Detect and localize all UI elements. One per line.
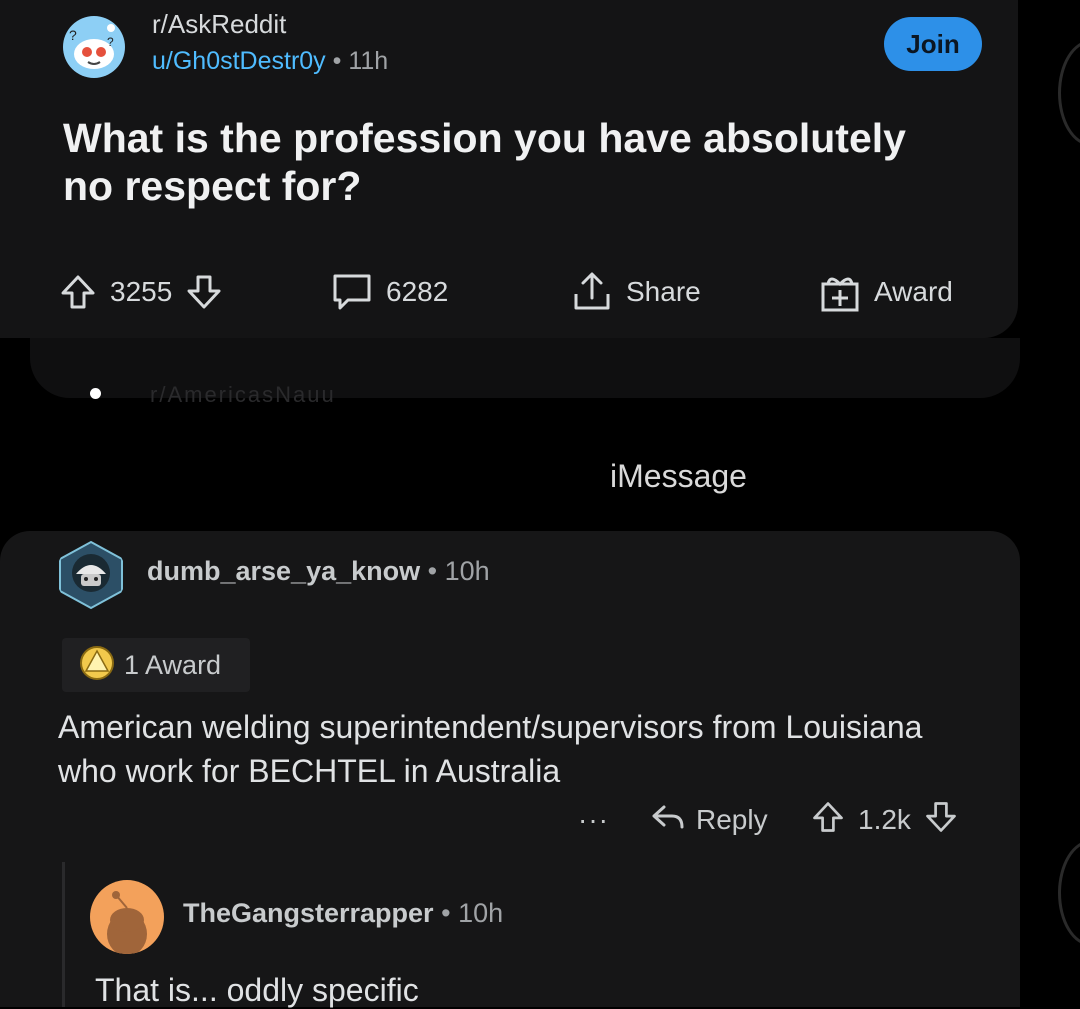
downvote-icon[interactable] xyxy=(923,799,959,842)
upvote-icon[interactable] xyxy=(58,272,98,312)
indicator-dot xyxy=(90,388,101,399)
reply-author[interactable]: TheGangsterrapper xyxy=(183,898,434,928)
comments-button[interactable]: 6282 xyxy=(330,270,460,314)
join-button[interactable]: Join xyxy=(884,17,982,71)
snoo-avatar-icon xyxy=(107,891,147,954)
reply-button[interactable]: Reply xyxy=(650,798,768,842)
comment-count: 6282 xyxy=(386,276,449,307)
share-icon xyxy=(570,270,614,314)
edge-decoration xyxy=(1058,40,1080,146)
share-button[interactable]: Share xyxy=(570,270,713,314)
subreddit-name[interactable]: r/AskReddit xyxy=(152,9,286,40)
edge-decoration xyxy=(1058,840,1080,946)
thread-line[interactable] xyxy=(62,862,65,1007)
comment-author[interactable]: dumb_arse_ya_know xyxy=(147,556,420,586)
robot-avatar-icon xyxy=(59,540,123,610)
hidden-subreddit-text: r/AmericasNauu xyxy=(150,382,336,407)
svg-text:?: ? xyxy=(107,35,114,49)
more-options-label: ··· xyxy=(578,804,609,835)
meta-separator: • xyxy=(332,47,342,75)
comment-body: American welding superintendent/supervis… xyxy=(58,709,923,789)
post-vote-group: 3255 xyxy=(58,270,224,314)
reply-body: That is... oddly specific xyxy=(95,972,419,1008)
reply-meta: TheGangsterrapper • 10h xyxy=(183,898,503,929)
post-title[interactable]: What is the profession you have absolute… xyxy=(63,114,963,210)
post-age: 11h xyxy=(348,47,389,75)
reply-label: Reply xyxy=(696,804,768,835)
comment-bubble-icon xyxy=(330,271,374,313)
downvote-icon[interactable] xyxy=(184,272,224,312)
meta-separator: • xyxy=(441,898,451,928)
snoo-confused-icon: ? ? xyxy=(69,24,115,69)
comment-age: 10h xyxy=(444,556,490,586)
imessage-label: iMessage xyxy=(610,458,747,494)
award-label: Award xyxy=(874,276,953,307)
reply-icon xyxy=(650,799,686,842)
subreddit-avatar[interactable]: ? ? xyxy=(63,16,125,78)
gift-icon xyxy=(818,270,862,314)
post-meta: u/Gh0stDestr0y • 11h xyxy=(152,47,388,76)
reply-avatar[interactable] xyxy=(90,880,164,954)
share-label: Share xyxy=(626,276,701,307)
award-chip-label: 1 Award xyxy=(124,649,222,680)
comment-meta: dumb_arse_ya_know • 10h xyxy=(147,556,490,587)
svg-text:?: ? xyxy=(69,27,77,43)
award-chip[interactable]: 1 Award xyxy=(62,638,250,692)
award-button[interactable]: Award xyxy=(818,270,965,314)
post-score: 3255 xyxy=(110,276,173,307)
comment-score: 1.2k xyxy=(858,804,911,835)
comment-vote-group: 1.2k xyxy=(810,798,959,842)
post-author[interactable]: u/Gh0stDestr0y xyxy=(152,47,326,75)
gold-award-icon xyxy=(78,644,116,687)
commenter-avatar[interactable] xyxy=(56,540,126,610)
meta-separator: • xyxy=(427,556,438,586)
reply-age: 10h xyxy=(458,898,504,928)
more-options-button[interactable]: ··· xyxy=(578,798,609,842)
upvote-icon[interactable] xyxy=(810,799,846,842)
